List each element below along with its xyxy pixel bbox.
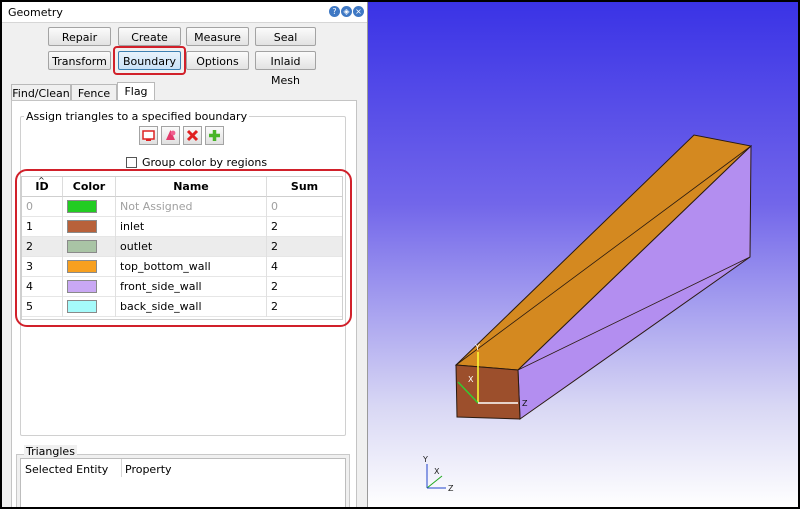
- model-axis-z: Z: [522, 399, 528, 408]
- inlet-face: [455, 364, 521, 420]
- geometry-panel: Geometry ? ◈ × Repair Create Measure Sea…: [2, 2, 368, 507]
- transform-button[interactable]: Transform: [48, 51, 111, 70]
- float-icon[interactable]: ◈: [341, 6, 352, 17]
- group-color-checkbox[interactable]: [126, 157, 137, 168]
- panel-titlebar: Geometry ? ◈ ×: [2, 2, 367, 23]
- add-icon[interactable]: [205, 126, 224, 145]
- tab-flag[interactable]: Flag: [117, 82, 155, 101]
- column-header-selected-entity[interactable]: Selected Entity: [25, 463, 108, 476]
- triangles-title: Triangles: [24, 445, 77, 458]
- triad-x-line: [426, 475, 443, 489]
- triad-axis-z: Z: [448, 484, 454, 493]
- seal-button[interactable]: Seal: [255, 27, 316, 46]
- tab-fence[interactable]: Fence: [71, 84, 117, 101]
- 3d-viewport[interactable]: Y X Z Y X Z: [368, 2, 798, 507]
- help-icon[interactable]: ?: [329, 6, 340, 17]
- beam-model: Y X Z Y X Z: [422, 134, 753, 493]
- measure-button[interactable]: Measure: [186, 27, 249, 46]
- group-color-label: Group color by regions: [142, 156, 268, 169]
- assign-group-title: Assign triangles to a specified boundary: [24, 110, 250, 123]
- repair-button[interactable]: Repair: [48, 27, 111, 46]
- application-frame: Geometry ? ◈ × Repair Create Measure Sea…: [0, 0, 800, 509]
- close-icon[interactable]: ×: [353, 6, 364, 17]
- remove-boundary-icon[interactable]: [139, 126, 158, 145]
- boundary-highlight: [113, 46, 186, 75]
- column-divider: [121, 459, 122, 477]
- inlaid-mesh-button[interactable]: Inlaid Mesh: [255, 51, 316, 87]
- table-highlight: [15, 169, 352, 327]
- create-button[interactable]: Create: [118, 27, 181, 46]
- delete-icon[interactable]: [183, 126, 202, 145]
- assign-flag-icon[interactable]: [161, 126, 180, 145]
- panel-title: Geometry: [8, 6, 63, 19]
- triad-axis-y: Y: [422, 455, 428, 464]
- options-button[interactable]: Options: [186, 51, 249, 70]
- model-axis-x: X: [468, 375, 474, 384]
- column-header-property[interactable]: Property: [125, 463, 172, 476]
- triad-axis-x: X: [434, 467, 440, 476]
- tab-find-clean[interactable]: Find/Clean: [11, 84, 71, 101]
- triangles-table: Selected Entity Property: [20, 458, 346, 507]
- model-axis-y: Y: [474, 343, 480, 352]
